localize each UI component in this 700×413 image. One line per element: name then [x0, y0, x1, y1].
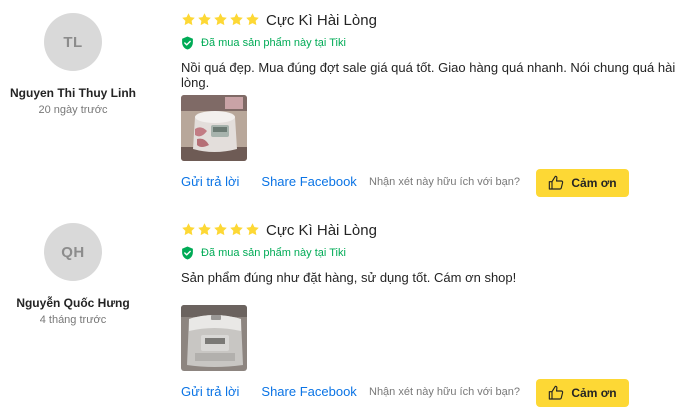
star-icon: [182, 13, 195, 26]
thanks-button[interactable]: Cảm ơn: [536, 379, 629, 407]
thanks-button[interactable]: Cảm ơn: [536, 169, 629, 197]
thumbs-up-icon: [549, 385, 564, 400]
shield-check-icon: [182, 246, 193, 260]
review-actions: Gửi trả lời Share Facebook: [181, 384, 357, 399]
review-item: QH Nguyễn Quốc Hưng 4 tháng trước Cực Kì…: [0, 210, 700, 410]
review-title: Cực Kì Hài Lòng: [266, 12, 377, 29]
share-facebook-link[interactable]: Share Facebook: [261, 384, 356, 399]
star-icon: [198, 13, 211, 26]
avatar: QH: [44, 223, 102, 281]
rating-stars: [181, 12, 260, 27]
shield-check-icon: [182, 36, 193, 50]
reply-link[interactable]: Gửi trả lời: [181, 384, 239, 399]
star-icon: [246, 13, 259, 26]
star-icon: [198, 223, 211, 236]
review-content: Sản phẩm đúng như đặt hàng, sử dụng tốt.…: [181, 270, 517, 285]
verified-purchase: Đã mua sản phẩm này tại Tiki: [181, 246, 346, 260]
review-date: 20 ngày trước: [38, 104, 108, 116]
reply-link[interactable]: Gửi trả lời: [181, 174, 239, 189]
review-actions: Gửi trả lời Share Facebook: [181, 174, 357, 189]
thumbs-up-icon: [549, 175, 564, 190]
review-item: TL Nguyen Thi Thuy Linh 20 ngày trước Cự…: [0, 0, 700, 200]
helpful-question: Nhận xét này hữu ích với bạn?: [369, 176, 520, 188]
reviewer-name: Nguyen Thi Thuy Linh: [10, 86, 136, 100]
rating-stars: [181, 222, 260, 237]
review-photo[interactable]: [181, 95, 247, 161]
star-icon: [230, 223, 243, 236]
star-icon: [246, 223, 259, 236]
star-icon: [214, 13, 227, 26]
star-icon: [230, 13, 243, 26]
verified-label: Đã mua sản phẩm này tại Tiki: [201, 247, 346, 259]
reviewer-name: Nguyễn Quốc Hưng: [16, 296, 130, 310]
avatar: TL: [44, 13, 102, 71]
thanks-label: Cảm ơn: [571, 176, 617, 190]
star-icon: [182, 223, 195, 236]
verified-label: Đã mua sản phẩm này tại Tiki: [201, 37, 346, 49]
star-icon: [214, 223, 227, 236]
helpful-question: Nhận xét này hữu ích với bạn?: [369, 386, 520, 398]
review-photo[interactable]: [181, 305, 247, 371]
thanks-label: Cảm ơn: [571, 386, 617, 400]
share-facebook-link[interactable]: Share Facebook: [261, 174, 356, 189]
review-content: Nồi quá đẹp. Mua đúng đợt sale giá quá t…: [181, 60, 676, 90]
review-title: Cực Kì Hài Lòng: [266, 222, 377, 239]
verified-purchase: Đã mua sản phẩm này tại Tiki: [181, 36, 346, 50]
review-date: 4 tháng trước: [39, 314, 107, 326]
